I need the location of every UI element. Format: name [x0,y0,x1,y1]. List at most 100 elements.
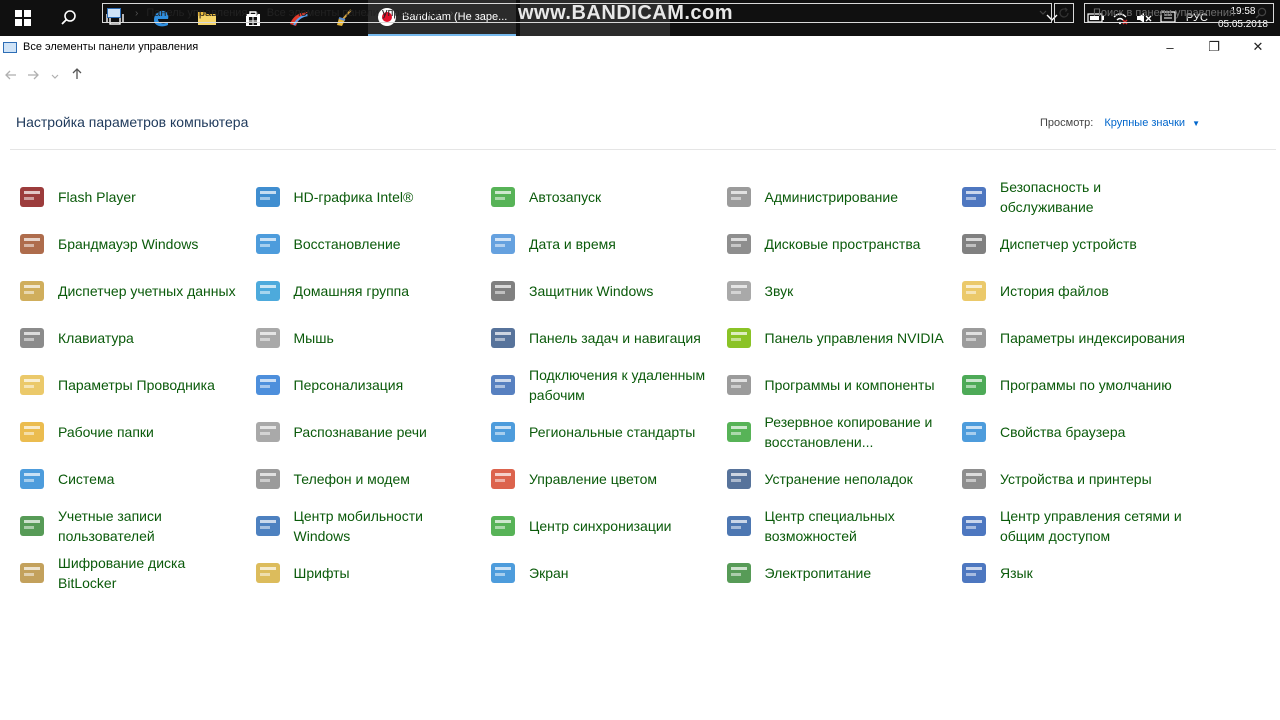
control-panel-item[interactable]: Центр синхронизации [487,502,723,549]
control-panel-item[interactable]: Диспетчер учетных данных [16,267,252,314]
printer-icon [958,463,990,495]
breadcrumb-control-panel[interactable]: Панель управления [146,7,247,19]
view-selector: Просмотр: Крупные значки ▼ [1040,117,1200,129]
control-panel-item[interactable]: Восстановление [252,220,488,267]
recent-locations-button[interactable] [44,68,66,83]
control-panel-item[interactable]: Параметры Проводника [16,361,252,408]
control-panel-item[interactable]: Резервное копирование и восстановлени... [723,408,959,455]
control-panel-item[interactable]: Устранение неполадок [723,455,959,502]
color-management-icon [487,463,519,495]
control-panel-item[interactable]: Шрифты [252,549,488,596]
control-panel-item-label: Безопасность и обслуживание [1000,178,1102,215]
control-panel-item[interactable]: История файлов [958,267,1194,314]
control-panel-item[interactable]: Центр мобильности Windows [252,502,488,549]
storage-spaces-icon [723,228,755,260]
device-manager-icon [958,228,990,260]
control-panel-item[interactable]: HD-графика Intel® [252,173,488,220]
control-panel-item[interactable]: Панель управления NVIDIA [723,314,959,361]
breadcrumb-all-items[interactable]: Все элементы панели управления [267,7,442,19]
control-panel-item-label: Рабочие папки [58,423,154,440]
search-input[interactable]: Поиск в панели управления [1084,3,1274,23]
breadcrumb-separator[interactable]: › [450,8,453,19]
forward-button[interactable] [22,68,44,83]
control-panel-item-label: Управление цветом [529,470,658,487]
control-panel-item[interactable]: Устройства и принтеры [958,455,1194,502]
minimize-button[interactable]: – [1148,36,1192,58]
control-panel-item[interactable]: Защитник Windows [487,267,723,314]
control-panel-item[interactable]: Мышь [252,314,488,361]
control-panel-item[interactable]: Безопасность и обслуживание [958,173,1194,220]
control-panel-item[interactable]: Региональные стандарты [487,408,723,455]
control-panel-items: Flash Player HD-графика Intel® Автозапуск А… [16,173,1206,596]
control-panel-item[interactable]: Рабочие папки [16,408,252,455]
control-panel-item[interactable]: Параметры индексирования [958,314,1194,361]
control-panel-item[interactable]: Центр управления сетями и общим доступом [958,502,1194,549]
search-taskbar-button[interactable] [46,0,92,36]
control-panel-item[interactable]: Диспетчер устройств [958,220,1194,267]
control-panel-item[interactable]: Flash Player [16,173,252,220]
control-panel-item[interactable]: Электропитание [723,549,959,596]
control-panel-item[interactable]: Дата и время [487,220,723,267]
refresh-button[interactable] [1054,3,1074,23]
control-panel-item[interactable]: Программы и компоненты [723,361,959,408]
control-panel-item-label: Мышь [293,329,334,346]
navigation-bar [0,62,1280,88]
intel-graphics-icon [252,181,284,213]
control-panel-item-label: Flash Player [58,188,136,205]
control-panel-item-label: Язык [1000,564,1033,581]
mouse-icon [252,322,284,354]
control-panel-item-label: Диспетчер учетных данных [58,282,236,299]
control-panel-item[interactable]: Программы по умолчанию [958,361,1194,408]
control-panel-item[interactable]: Учетные записи пользователей [16,502,252,549]
address-bar[interactable]: › Панель управления › Все элементы панел… [102,3,1052,23]
control-panel-item[interactable]: Дисковые пространства [723,220,959,267]
start-button[interactable] [0,0,46,36]
window-title: Все элементы панели управления [23,41,199,53]
back-button[interactable] [0,68,22,83]
control-panel-item[interactable]: Телефон и модем [252,455,488,502]
control-panel-item[interactable]: Центр специальных возможностей [723,502,959,549]
close-button[interactable]: ✕ [1236,36,1280,58]
control-panel-item-label: Защитник Windows [529,282,654,299]
fonts-icon [252,557,284,589]
breadcrumb-separator[interactable]: › [255,8,258,19]
control-panel-item-label: Автозапуск [529,188,602,205]
control-panel-item[interactable]: Язык [958,549,1194,596]
flag-icon [958,181,990,213]
caret-down-icon[interactable]: ▼ [1192,119,1200,128]
breadcrumb-separator: › [135,7,139,19]
arrow-right-icon [28,70,39,79]
control-panel-item[interactable]: Панель задач и навигация [487,314,723,361]
maximize-button[interactable]: ❐ [1192,36,1236,58]
up-button[interactable] [66,67,88,83]
control-panel-item[interactable]: Домашняя группа [252,267,488,314]
admin-tools-icon [723,181,755,213]
control-panel-item-label: Домашняя группа [293,282,410,299]
control-panel-item-label: Шрифты [293,564,350,581]
control-panel-item[interactable]: Система [16,455,252,502]
control-panel-item-label: Центр синхронизации [529,517,672,534]
control-panel-item-label: Учетные записи пользователей [58,507,162,544]
control-panel-item-label: Центр специальных возможностей [764,507,895,544]
view-mode-link[interactable]: Крупные значки [1104,117,1185,129]
control-panel-item[interactable]: Свойства браузера [958,408,1194,455]
control-panel-item-label: Региональные стандарты [529,423,696,440]
control-panel-item[interactable]: Персонализация [252,361,488,408]
control-panel-item-label: HD-графика Intel® [293,188,414,205]
control-panel-item[interactable]: Шифрование диска BitLocker [16,549,252,596]
control-panel-item[interactable]: Автозапуск [487,173,723,220]
control-panel-item[interactable]: Распознавание речи [252,408,488,455]
control-panel-item[interactable]: Администрирование [723,173,959,220]
chevron-down-icon [1039,10,1047,15]
microphone-icon [252,416,284,448]
control-panel-item[interactable]: Подключения к удаленным рабочим [487,361,723,408]
arrow-left-icon [5,70,16,79]
control-panel-item[interactable]: Клавиатура [16,314,252,361]
address-dropdown-button[interactable] [1039,8,1047,19]
control-panel-item[interactable]: Брандмауэр Windows [16,220,252,267]
control-panel-item-label: Распознавание речи [293,423,427,440]
control-panel-item[interactable]: Звук [723,267,959,314]
search-icon [1255,7,1267,22]
control-panel-item[interactable]: Управление цветом [487,455,723,502]
control-panel-item[interactable]: Экран [487,549,723,596]
